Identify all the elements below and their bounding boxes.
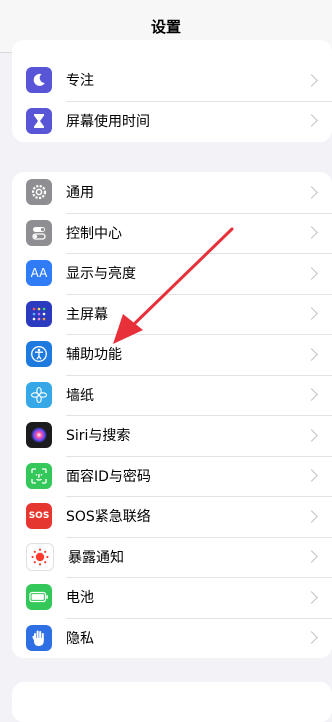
settings-item-battery[interactable]: 电池	[12, 577, 332, 618]
hourglass-icon	[26, 107, 52, 134]
chevron-right-icon	[305, 185, 318, 199]
settings-item-general[interactable]: 通用	[12, 172, 332, 213]
text-size-icon: AA	[26, 260, 52, 287]
settings-item-emergency-sos[interactable]: SOS SOS紧急联络	[12, 496, 332, 537]
siri-icon	[26, 422, 52, 449]
settings-item-focus[interactable]: 专注	[12, 60, 332, 101]
chevron-right-icon	[305, 266, 318, 280]
settings-item-siri[interactable]: Siri与搜索	[12, 415, 332, 456]
settings-item-label: 控制中心	[66, 225, 122, 242]
settings-item-label: 通用	[66, 185, 94, 202]
flower-icon	[26, 381, 52, 408]
chevron-right-icon	[305, 226, 318, 240]
settings-item-home-screen[interactable]: 主屏幕	[12, 293, 332, 335]
settings-item-exposure[interactable]: 暴露通知	[12, 536, 332, 578]
toggles-icon	[26, 219, 52, 246]
home-grid-icon	[26, 300, 52, 327]
icon-glyph: SOS	[28, 511, 50, 522]
exposure-icon	[26, 542, 54, 571]
settings-item-label: 屏幕使用时间	[66, 113, 150, 130]
settings-item-label: Siri与搜索	[66, 428, 131, 445]
settings-item-accessibility[interactable]: 辅助功能	[12, 334, 332, 375]
chevron-right-icon	[305, 428, 318, 442]
settings-item-wallpaper[interactable]: 墙纸	[12, 374, 332, 416]
chevron-right-icon	[305, 114, 318, 128]
gear-icon	[26, 179, 52, 206]
chevron-right-icon	[305, 590, 318, 604]
settings-item-label: 显示与亮度	[66, 266, 136, 283]
settings-item-label: 电池	[66, 590, 94, 607]
page-title: 设置	[150, 17, 181, 36]
settings-group-next	[12, 682, 332, 722]
chevron-right-icon	[305, 73, 318, 87]
hand-icon	[26, 624, 52, 651]
settings-item-label: 隐私	[66, 630, 94, 647]
settings-item-label: 面容ID与密码	[66, 468, 151, 485]
chevron-right-icon	[305, 307, 318, 321]
chevron-right-icon	[305, 388, 318, 402]
battery-icon	[26, 584, 52, 611]
settings-item-label: 墙纸	[66, 387, 94, 404]
settings-group-general: 通用 控制中心 AA 显示与亮度 主屏幕 辅助功能 墙纸 Siri与搜索 面容I…	[12, 172, 332, 658]
chevron-right-icon	[305, 347, 318, 361]
settings-item-screen-time[interactable]: 屏幕使用时间	[12, 100, 332, 142]
settings-item-label: 主屏幕	[66, 306, 108, 323]
settings-item-privacy[interactable]: 隐私	[12, 617, 332, 659]
settings-item-label: 辅助功能	[66, 347, 122, 364]
moon-icon	[26, 67, 52, 94]
settings-group-focus: 专注 屏幕使用时间	[12, 40, 332, 142]
sos-icon: SOS	[26, 503, 52, 530]
settings-item-control-center[interactable]: 控制中心	[12, 212, 332, 254]
icon-glyph: AA	[30, 266, 48, 281]
chevron-right-icon	[305, 631, 318, 645]
face-id-icon	[26, 462, 52, 489]
settings-item-label: 暴露通知	[68, 549, 124, 566]
settings-item-display[interactable]: AA 显示与亮度	[12, 253, 332, 294]
settings-item-face-id[interactable]: 面容ID与密码	[12, 455, 332, 497]
chevron-right-icon	[305, 550, 318, 564]
chevron-right-icon	[305, 469, 318, 483]
accessibility-icon	[26, 341, 52, 368]
settings-item-label: 专注	[66, 73, 94, 90]
chevron-right-icon	[305, 509, 318, 523]
settings-item-label: SOS紧急联络	[66, 509, 151, 526]
